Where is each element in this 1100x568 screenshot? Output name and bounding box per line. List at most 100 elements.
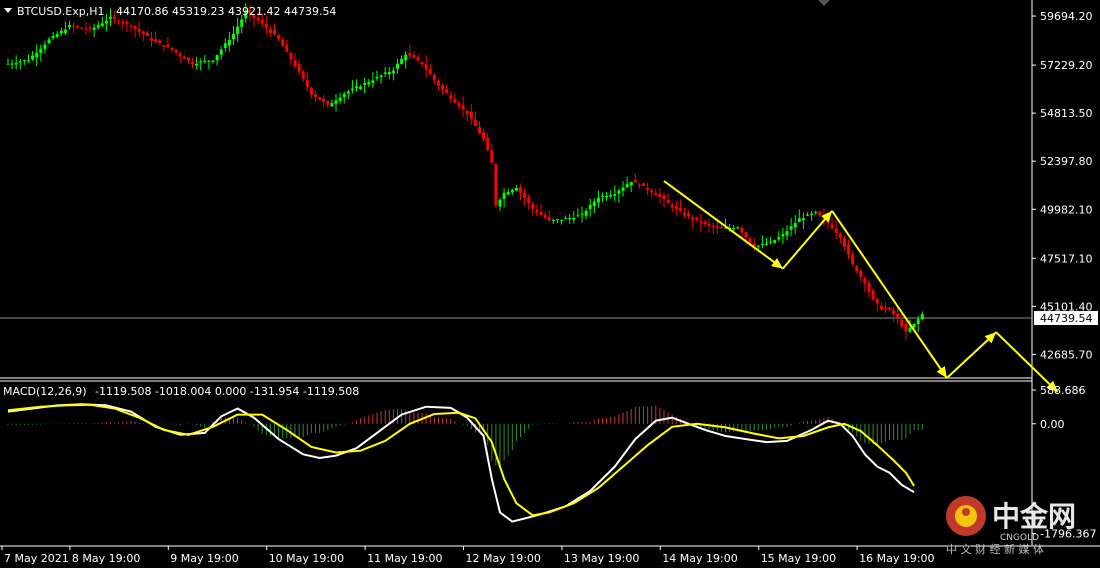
candle-body [387,72,391,75]
candle-body [285,44,289,52]
time-tick-label: 13 May 19:00 [564,552,639,565]
candle-body [227,39,231,46]
candle-body [596,197,600,203]
macd-tick-label: 0.00 [1040,418,1065,431]
symbol-timeframe-label: BTCUSD.Exp,H1 [17,5,105,18]
candle-body [473,119,477,127]
candle-body [10,63,14,65]
candle-body [519,187,522,193]
candle-body [31,55,35,60]
candle-body [22,60,26,62]
candle-body [207,60,211,62]
candle-body [797,218,801,223]
candle-body [219,49,223,55]
candle-body [830,224,834,229]
candle-body [785,231,789,236]
candle-body [145,32,149,37]
candle-body [490,150,494,163]
candle-body [273,30,276,35]
candle-body [309,88,313,95]
candle-body [260,19,264,24]
candle-body [117,21,121,23]
candle-body [104,20,108,24]
candle-body [424,64,428,70]
candle-body [756,245,760,247]
price-tick-label: 47517.10 [1040,252,1093,265]
trend-arrows [663,180,1059,393]
candle-body [646,187,650,190]
price-tick-label: 52397.80 [1040,155,1093,168]
candle-body [129,26,133,28]
candle-body [674,205,678,209]
candle-body [465,110,469,115]
candle-body [863,278,867,284]
candle-body [240,19,244,27]
candle-body [96,25,100,28]
candle-body [494,164,498,206]
macd-tick-label: 588.686 [1040,384,1086,397]
candle-body [379,75,383,78]
candle-body [469,111,473,119]
candle-body [453,99,457,103]
trading-chart[interactable]: BTCUSD.Exp,H1 44170.86 45319.23 43921.42… [0,0,1100,568]
candle-body [748,237,752,243]
candle-body [375,76,379,79]
candle-body [162,45,166,47]
candle-body [793,223,797,228]
candle-body [297,64,301,72]
scroll-marker-icon[interactable] [818,0,830,6]
candle-body [80,27,84,29]
candle-body [404,54,408,61]
candle-body [650,190,654,193]
candle-body [781,234,785,237]
candle-body [867,283,871,292]
candle-body [232,33,235,39]
candle-body [51,35,55,39]
candle-body [330,103,334,107]
candle-body [268,29,272,33]
candle-body [100,23,104,27]
candle-body [883,308,887,310]
symbol-menu-triangle-icon[interactable] [4,8,12,13]
candle-body [342,93,346,98]
candle-body [527,197,531,204]
candle-body [707,224,711,226]
candle-body [457,102,461,107]
candle-body [908,327,912,332]
candle-body [432,74,436,81]
candle-body [601,195,604,197]
candle-body [654,193,658,196]
candle-body [678,207,682,211]
price-axis[interactable]: 59694.20 57229.20 54813.50 52397.80 49982.10… [1032,10,1093,361]
watermark-domain: CNGOLD [1000,533,1039,543]
candle-body [92,27,96,30]
time-tick-label: 16 May 19:00 [859,552,934,565]
candle-body [391,70,395,73]
candle-body [182,56,186,59]
candle-body [855,265,859,272]
candle-body [605,195,609,198]
candle-body [281,39,285,47]
candle-body [683,213,686,216]
candle-body [133,26,137,29]
candle-body [195,64,199,66]
candle-body [637,184,641,187]
candle-body [695,217,699,220]
time-axis[interactable]: 7 May 2021 8 May 19:00 9 May 19:00 10 May 1… [1,546,935,565]
candle-body [888,307,891,310]
candle-body [498,200,502,207]
candle-body [736,227,740,229]
candle-body [47,39,51,44]
candle-body [543,214,547,218]
candle-body [740,227,744,233]
candle-body [314,94,317,98]
candle-body [63,29,67,33]
candle-body [178,53,182,56]
candle-body [576,215,580,217]
candle-body [555,219,559,221]
candle-body [801,218,805,221]
candle-body [687,213,691,217]
candle-body [371,80,375,83]
candle-body [277,35,281,40]
candle-body [420,62,424,65]
